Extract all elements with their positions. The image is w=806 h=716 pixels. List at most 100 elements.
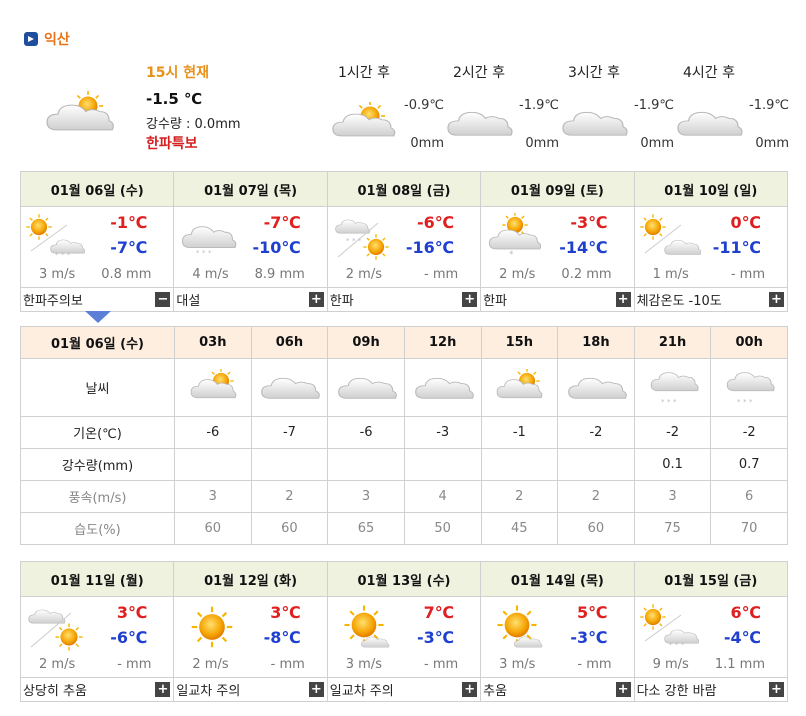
expand-toggle-button[interactable]: + xyxy=(615,292,631,307)
snow-icon xyxy=(178,213,240,267)
day-date[interactable]: 01월 15일 (금) xyxy=(633,561,789,597)
day-cell[interactable]: * -3℃ -14℃ 2 m/s 0.2 mm xyxy=(480,206,635,288)
wind-speed: 9 m/s xyxy=(652,657,689,672)
sun-cloud-icon xyxy=(639,213,701,267)
day-cell[interactable]: 7℃ -3℃ 3 m/s - mm xyxy=(326,596,482,678)
day-date[interactable]: 01월 06일 (수) xyxy=(19,171,175,207)
max-temp: 0℃ xyxy=(730,213,761,232)
day-note-text: 대설 xyxy=(176,294,201,309)
day-cell[interactable]: -6℃ -16℃ 2 m/s - mm xyxy=(326,206,482,288)
day-date[interactable]: 01월 12일 (화) xyxy=(173,561,328,597)
cloudy-icon xyxy=(250,358,329,417)
min-temp: -10℃ xyxy=(252,238,301,257)
humidity-value: 45 xyxy=(480,512,559,545)
max-temp: 7℃ xyxy=(423,603,455,622)
expand-toggle-button[interactable]: + xyxy=(462,292,478,307)
expand-toggle-button[interactable]: + xyxy=(769,682,784,697)
hour-label: 15h xyxy=(480,326,559,359)
snow-icon xyxy=(633,358,712,417)
daily-header-row: 01월 06일 (수) 01월 07일 (목) 01월 08일 (금) 01월 … xyxy=(19,171,789,207)
hourly-preview-temp: -0.9℃ xyxy=(404,98,444,113)
daily-header-row: 01월 11일 (월) 01월 12일 (화) 01월 13일 (수) 01월 … xyxy=(19,561,789,597)
expand-toggle-button[interactable]: + xyxy=(769,292,784,307)
max-temp: 6℃ xyxy=(730,603,761,622)
location-arrow-icon[interactable] xyxy=(24,32,38,46)
location-name[interactable]: 익산 xyxy=(44,29,70,49)
expand-toggle-button[interactable]: + xyxy=(308,682,324,697)
max-temp: 3℃ xyxy=(116,603,148,622)
partly-cloudy-icon xyxy=(480,358,559,417)
precipitation: 0.8 mm xyxy=(101,267,152,282)
rain-value xyxy=(250,448,329,481)
humidity-value: 60 xyxy=(557,512,635,545)
row-label: 습도(%) xyxy=(20,512,175,545)
wind-speed: 2 m/s xyxy=(192,657,229,672)
sun-small-cloud-icon xyxy=(485,603,547,657)
day-date[interactable]: 01월 08일 (금) xyxy=(326,171,482,207)
day-date[interactable]: 01월 11일 (월) xyxy=(19,561,175,597)
day-cell[interactable]: -1℃ -7℃ 3 m/s 0.8 mm xyxy=(19,206,175,288)
wind-speed: 3 m/s xyxy=(499,657,536,672)
current-alert[interactable]: 한파특보 xyxy=(146,133,241,153)
hourly-header-row: 01월 06일 (수) 03h 06h 09h 12h 15h 18h 21h … xyxy=(20,326,788,359)
current-rain: 강수량 : 0.0mm xyxy=(146,117,241,132)
wind-speed: 2 m/s xyxy=(499,267,536,282)
day-cell[interactable]: 6℃ -4℃ 9 m/s 1.1 mm xyxy=(633,596,789,678)
min-temp: -8℃ xyxy=(263,628,301,647)
row-label: 강수량(mm) xyxy=(20,448,175,481)
row-label: 기온(℃) xyxy=(20,416,175,449)
day-date[interactable]: 01월 10일 (일) xyxy=(633,171,789,207)
max-temp: 3℃ xyxy=(270,603,301,622)
day-note-text: 상당히 추움 xyxy=(23,684,87,699)
daily-forecast-week1: 01월 06일 (수) 01월 07일 (목) 01월 08일 (금) 01월 … xyxy=(19,171,789,312)
temp-value: -6 xyxy=(174,416,252,449)
day-note: 체감온도 -10도 + xyxy=(633,287,789,312)
hour-label: 21h xyxy=(633,326,712,359)
day-cell[interactable]: 3℃ -8℃ 2 m/s - mm xyxy=(173,596,328,678)
hourly-preview-temp: -1.9℃ xyxy=(634,98,674,113)
day-note-text: 한파 xyxy=(329,294,354,309)
min-temp: -4℃ xyxy=(723,628,761,647)
temp-value: -3 xyxy=(403,416,482,449)
day-note: 대설 + xyxy=(173,287,328,312)
day-date[interactable]: 01월 09일 (토) xyxy=(480,171,635,207)
hour-label: 09h xyxy=(327,326,405,359)
day-cell[interactable]: 0℃ -11℃ 1 m/s - mm xyxy=(633,206,789,288)
cloudy-icon xyxy=(557,358,635,417)
sun-snow-icon xyxy=(639,603,701,657)
cloud-sun-icon xyxy=(25,603,87,657)
day-date[interactable]: 01월 14일 (목) xyxy=(480,561,635,597)
day-cell[interactable]: 5℃ -3℃ 3 m/s - mm xyxy=(480,596,635,678)
hourly-preview-label: 2시간 후 xyxy=(453,65,505,81)
daily-note-row: 한파주의보 − 대설 + 한파 + 한파 + 체감온도 -10도 + xyxy=(19,287,789,312)
hourly-preview-2: 2시간 후 -1.9℃ 0mm xyxy=(447,62,565,152)
day-note-text: 한파주의보 xyxy=(23,294,83,309)
expand-toggle-button[interactable]: + xyxy=(155,682,171,697)
sun-small-cloud-icon xyxy=(332,603,394,657)
collapse-toggle-button[interactable]: − xyxy=(155,292,171,307)
day-date[interactable]: 01월 13일 (수) xyxy=(326,561,482,597)
precipitation: - mm xyxy=(730,267,765,282)
day-cell[interactable]: -7℃ -10℃ 4 m/s 8.9 mm xyxy=(173,206,328,288)
expand-toggle-button[interactable]: + xyxy=(308,292,324,307)
min-temp: -16℃ xyxy=(405,238,455,257)
hourly-date: 01월 06일 (수) xyxy=(20,326,175,359)
wind-speed: 2 m/s xyxy=(39,657,76,672)
sky-row: 날씨 xyxy=(20,358,788,417)
hourly-preview-rain: 0mm xyxy=(525,136,559,151)
expand-toggle-button[interactable]: + xyxy=(462,682,478,697)
rain-value: 0.7 xyxy=(710,448,788,481)
humidity-value: 60 xyxy=(250,512,329,545)
day-note: 한파주의보 − xyxy=(19,287,175,312)
min-temp: -11℃ xyxy=(712,238,761,257)
expand-toggle-button[interactable]: + xyxy=(615,682,631,697)
max-temp: 5℃ xyxy=(577,603,608,622)
day-cell[interactable]: 3℃ -6℃ 2 m/s - mm xyxy=(19,596,175,678)
precipitation-row: 강수량(mm) 0.1 0.7 xyxy=(20,448,788,481)
day-note: 일교차 주의 + xyxy=(173,677,328,702)
min-temp: -3℃ xyxy=(570,628,608,647)
hourly-preview-temp: -1.9℃ xyxy=(749,98,789,113)
day-note-text: 한파 xyxy=(483,294,508,309)
selected-day-pointer xyxy=(85,311,111,323)
day-date[interactable]: 01월 07일 (목) xyxy=(173,171,328,207)
